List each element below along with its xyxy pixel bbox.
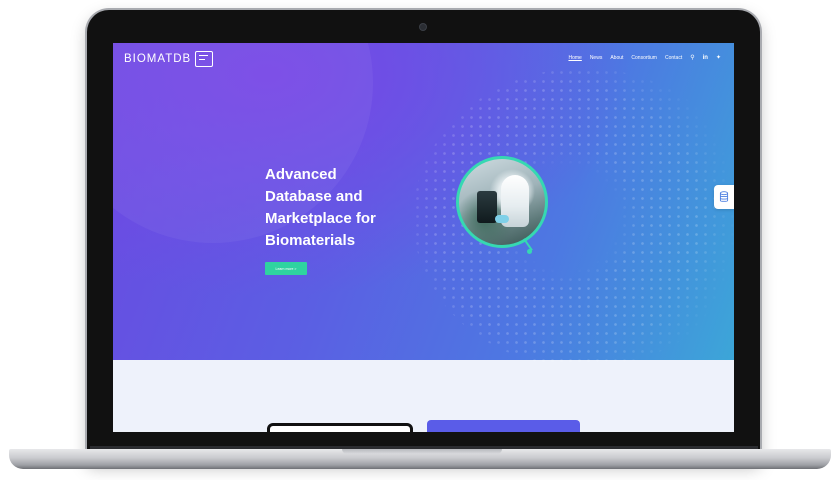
glove-shape: [495, 215, 509, 223]
hero-section: BIOMATDB Home News About Consortium Cont…: [113, 43, 734, 368]
learn-more-button[interactable]: Learn more >: [265, 262, 307, 275]
webcam: [420, 24, 426, 30]
search-icon[interactable]: ⚲: [690, 54, 694, 61]
logo-mark-icon: [195, 51, 214, 67]
logo[interactable]: BIOMATDB: [124, 51, 214, 67]
nav-links: Home News About Consortium Contact ⚲ in …: [568, 54, 721, 62]
database-widget-button[interactable]: [714, 185, 734, 209]
nav-consortium[interactable]: Consortium: [631, 55, 657, 61]
hero-title-line: Biomaterials: [265, 232, 356, 249]
lab-photo: [456, 156, 548, 248]
nav-home[interactable]: Home: [568, 55, 581, 61]
laptop-trackpad-notch: [342, 449, 502, 454]
nav-about[interactable]: About: [610, 55, 623, 61]
database-icon: [719, 191, 729, 202]
microscope-shape: [477, 191, 497, 223]
photo-pin-dot: [527, 249, 532, 254]
linkedin-icon[interactable]: in: [703, 55, 708, 61]
navbar: BIOMATDB Home News About Consortium Cont…: [113, 43, 734, 77]
hero-title: Advanced Database and Marketplace for Bi…: [265, 164, 435, 252]
hero-title-line: Advanced: [265, 166, 337, 183]
preview-card-outline: [267, 423, 413, 432]
hero-title-line: Database and: [265, 188, 363, 205]
hero-title-line: Marketplace for: [265, 210, 376, 227]
browser-screen: BIOMATDB Home News About Consortium Cont…: [113, 43, 734, 432]
nav-contact[interactable]: Contact: [665, 55, 682, 61]
nav-news[interactable]: News: [590, 55, 603, 61]
twitter-icon[interactable]: ✦: [716, 54, 721, 61]
logo-text: BIOMATDB: [124, 53, 192, 65]
preview-card-purple: [427, 420, 580, 432]
